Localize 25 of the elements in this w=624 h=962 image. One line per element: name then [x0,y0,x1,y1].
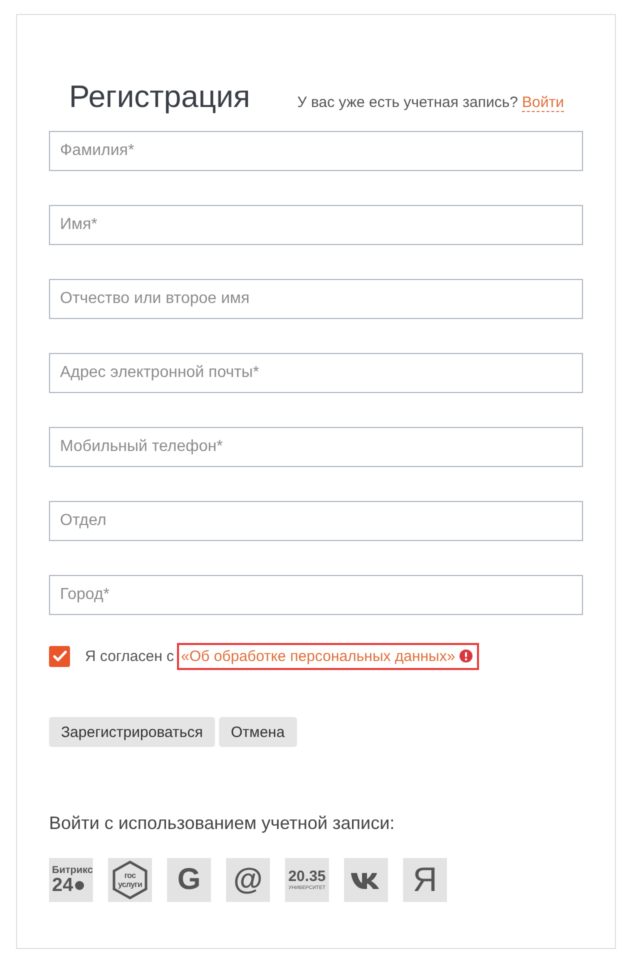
error-icon [459,649,474,663]
input-field[interactable]: Фамилия* [49,131,583,171]
input-field[interactable]: Отчество или второе имя [49,279,583,319]
vk-login-button[interactable] [344,858,388,902]
input-field[interactable]: Отдел [49,501,583,541]
input-field[interactable]: Город* [49,575,583,615]
page-title: Регистрация [69,80,250,114]
consent-link[interactable]: «Об обработке персональных данных» [181,648,456,664]
yandex-login-button[interactable]: Я [403,858,447,902]
consent-text: Я согласен с [85,648,174,664]
social-heading: Войти с использованием учетной записи: [49,813,396,834]
login-link[interactable]: Войти [522,94,564,112]
register-button[interactable]: Зарегистрироваться [49,717,215,747]
cancel-button[interactable]: Отмена [218,717,297,747]
login-prompt: У вас уже есть учетная запись? [297,94,518,112]
gosuslugi-login-button[interactable]: гос услуги [108,858,152,902]
social-login-button[interactable]: @ [226,858,270,902]
input-field[interactable]: Имя* [49,205,583,245]
check-icon [52,650,66,662]
input-field[interactable]: Мобильный телефон* [49,427,583,467]
social-login-button[interactable]: G [167,858,211,902]
checkbox[interactable] [49,646,70,666]
bitrix-login-button[interactable]: Битрикс 24 [49,858,93,902]
vk-icon [351,871,381,889]
input-field[interactable]: Адрес электронной почты* [49,353,583,393]
